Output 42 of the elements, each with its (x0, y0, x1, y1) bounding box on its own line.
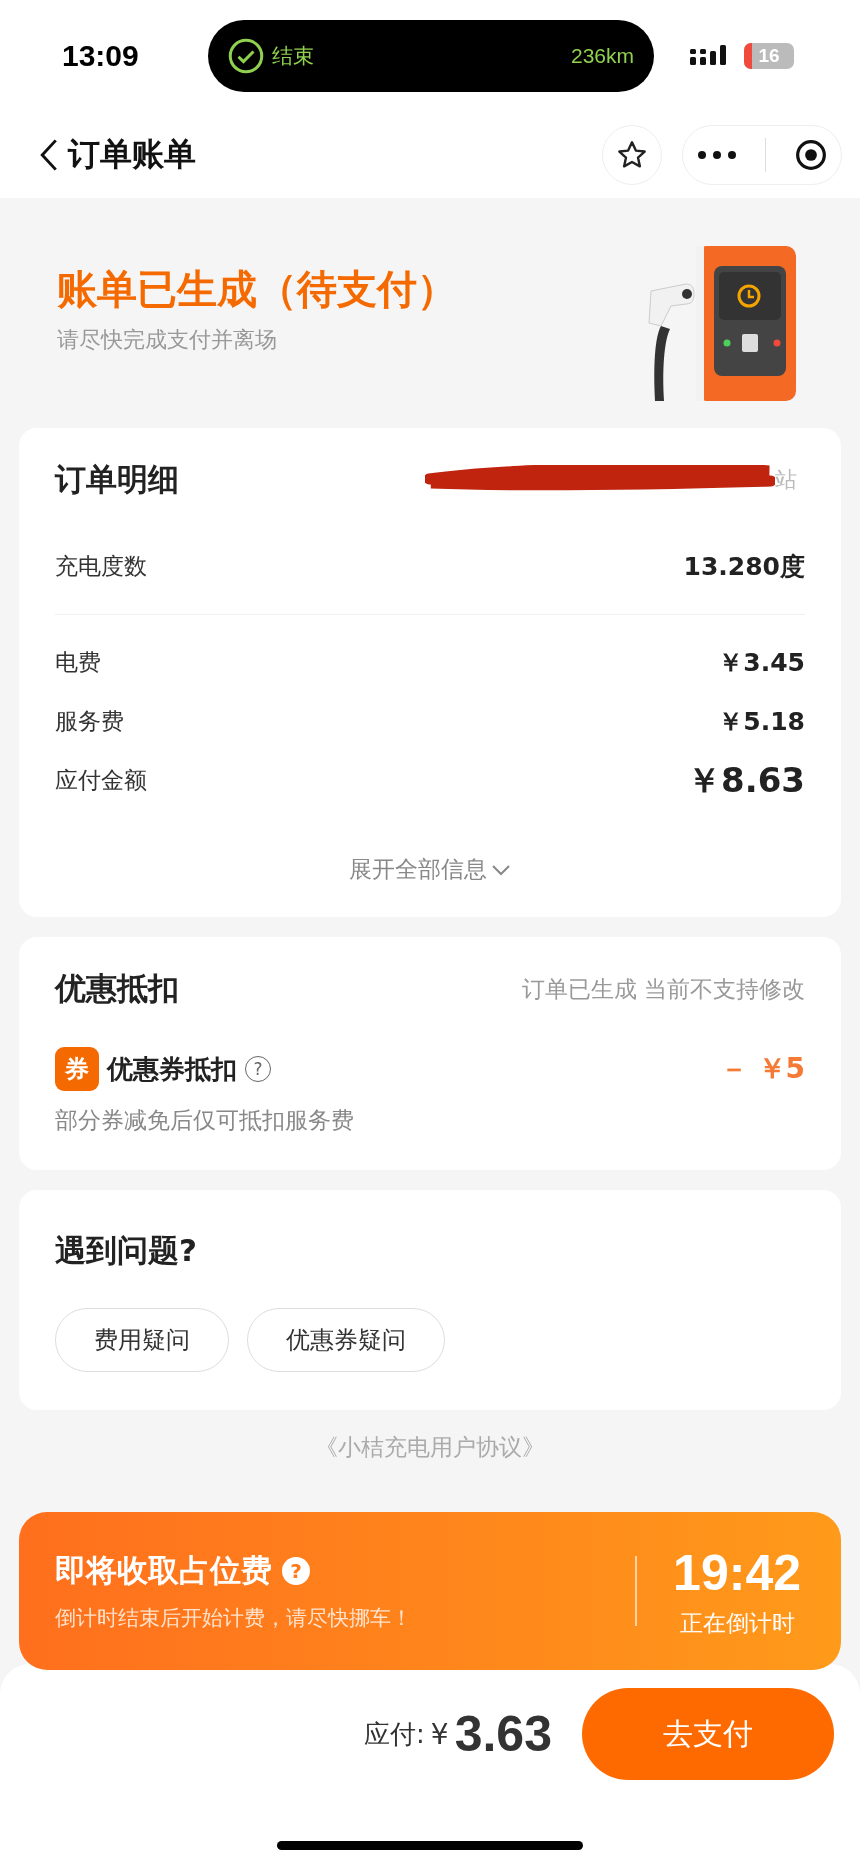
countdown-timer: 19:42 (673, 1543, 801, 1602)
fee-value: ￥3.45 (718, 647, 805, 679)
discount-note: 订单已生成 当前不支持修改 (521, 974, 805, 1004)
fee-label: 充电度数 (55, 551, 147, 581)
fee-value: ￥8.63 (687, 758, 805, 802)
user-agreement-link[interactable]: 《小桔充电用户协议》 (315, 1432, 545, 1463)
coupon-icon: 券 (55, 1047, 99, 1091)
help-title: 遇到问题? (55, 1231, 198, 1270)
station-name-text: 站 (775, 466, 797, 494)
currency-symbol: ¥ (430, 1717, 449, 1751)
question-button[interactable]: 费用疑问 (55, 1308, 229, 1372)
fee-label: 电费 (55, 648, 101, 677)
help-icon[interactable]: ? (282, 1557, 310, 1585)
payable-label: 应付: (364, 1717, 425, 1751)
battery-icon: 16 (744, 43, 794, 69)
more-icon[interactable] (697, 150, 738, 160)
pay-button[interactable]: 去支付 (582, 1688, 834, 1780)
fee-label: 服务费 (55, 707, 124, 736)
chevron-down-icon (491, 863, 511, 876)
question-button[interactable]: 优惠券疑问 (247, 1308, 445, 1372)
fee-label: 应付金额 (55, 766, 147, 795)
occupancy-fee-title: 即将收取占位费 (55, 1551, 272, 1590)
occupancy-fee-subtitle: 倒计时结束后开始计费，请尽快挪车！ (55, 1605, 413, 1632)
payable-amount: 3.63 (454, 1705, 552, 1763)
status-time: 13:09 (62, 39, 140, 73)
bill-status-title: 账单已生成（待支付） (57, 264, 458, 314)
countdown-label: 正在倒计时 (678, 1608, 796, 1638)
distance-text: 236km (570, 44, 634, 68)
coupon-hint: 部分券减免后仅可抵扣服务费 (55, 1106, 355, 1135)
fee-value: 13.280度 (683, 550, 805, 583)
coupon-amount: － ￥5 (719, 1051, 805, 1087)
discount-title: 优惠抵扣 (55, 969, 179, 1008)
coupon-label: 优惠券抵扣 (107, 1052, 237, 1086)
bill-status-subtitle: 请尽快完成支付并离场 (57, 325, 278, 354)
fee-value: ￥5.18 (718, 706, 805, 738)
order-detail-title: 订单明细 (55, 460, 179, 499)
expand-all-link[interactable]: 展开全部信息 (349, 854, 511, 885)
check-icon (228, 38, 264, 74)
activity-label: 结束 (272, 43, 314, 69)
page-title: 订单账单 (68, 134, 196, 175)
close-target-icon[interactable] (794, 139, 827, 171)
back-icon[interactable] (40, 138, 58, 172)
